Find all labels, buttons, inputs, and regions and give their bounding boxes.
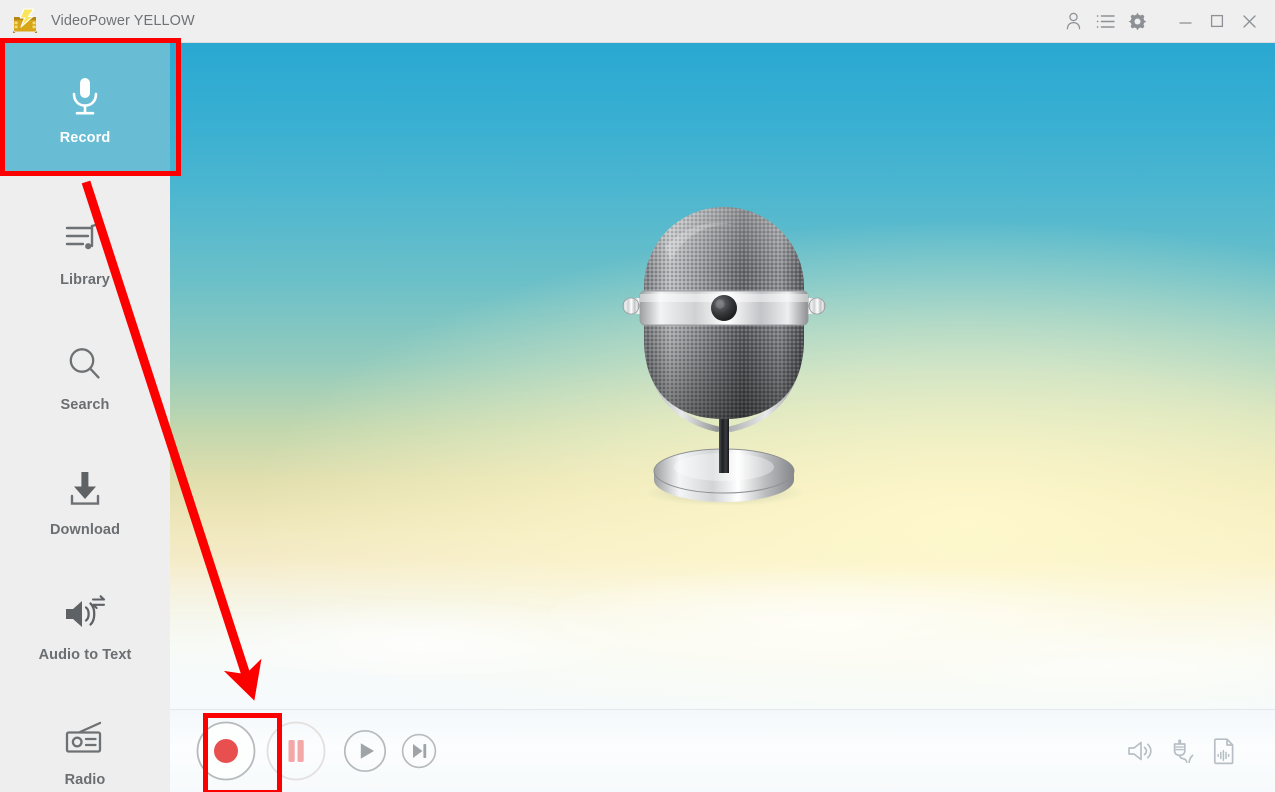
music-library-icon — [64, 215, 106, 263]
title-bar-left: VideoPower YELLOW — [0, 8, 195, 34]
microphone-icon — [68, 73, 102, 121]
output-settings-icons — [1119, 730, 1275, 772]
minimize-button[interactable] — [1169, 0, 1201, 43]
search-icon — [65, 340, 105, 388]
download-icon — [65, 465, 105, 513]
stage-panel — [170, 43, 1275, 709]
sidebar-item-label: Library — [60, 271, 110, 288]
sidebar-item-search[interactable]: Search — [0, 320, 170, 432]
sidebar-item-label: Record — [59, 129, 111, 146]
play-button[interactable] — [343, 729, 387, 773]
sidebar-item-audio-to-text[interactable]: Audio to Text — [0, 570, 170, 682]
radio-icon — [63, 715, 107, 763]
gear-icon[interactable] — [1121, 0, 1153, 43]
account-icon[interactable] — [1057, 0, 1089, 43]
close-button[interactable] — [1233, 0, 1265, 43]
sidebar-item-download[interactable]: Download — [0, 445, 170, 557]
vintage-microphone-illustration — [170, 43, 1275, 709]
playback-toolbar — [170, 709, 1275, 792]
speaker-volume-icon[interactable] — [1119, 730, 1161, 772]
title-bar: VideoPower YELLOW — [0, 0, 1275, 43]
window-title: VideoPower YELLOW — [51, 13, 195, 29]
pause-button[interactable] — [265, 720, 327, 782]
list-icon[interactable] — [1089, 0, 1121, 43]
transport-controls — [170, 720, 437, 782]
title-bar-right — [1057, 0, 1275, 42]
maximize-button[interactable] — [1201, 0, 1233, 43]
application-window: VideoPower YELLOW Record Library Search … — [0, 0, 1275, 792]
sidebar-item-record[interactable]: Record — [0, 43, 170, 175]
record-button[interactable] — [195, 720, 257, 782]
microphone-jack-icon[interactable] — [1161, 730, 1203, 772]
title-bar-spacer — [1153, 21, 1169, 22]
sidebar: Record Library Search Download Audio to … — [0, 43, 170, 792]
audio-file-icon[interactable] — [1203, 730, 1245, 772]
next-button[interactable] — [401, 733, 437, 769]
sidebar-item-label: Search — [60, 396, 110, 413]
videopower-logo-icon — [11, 8, 39, 34]
sidebar-item-library[interactable]: Library — [0, 195, 170, 307]
sidebar-item-label: Download — [49, 521, 121, 538]
sidebar-item-radio[interactable]: Radio — [0, 695, 170, 792]
sidebar-item-label: Audio to Text — [38, 646, 132, 663]
audio-to-text-icon — [62, 590, 108, 638]
sidebar-item-label: Radio — [64, 771, 106, 788]
